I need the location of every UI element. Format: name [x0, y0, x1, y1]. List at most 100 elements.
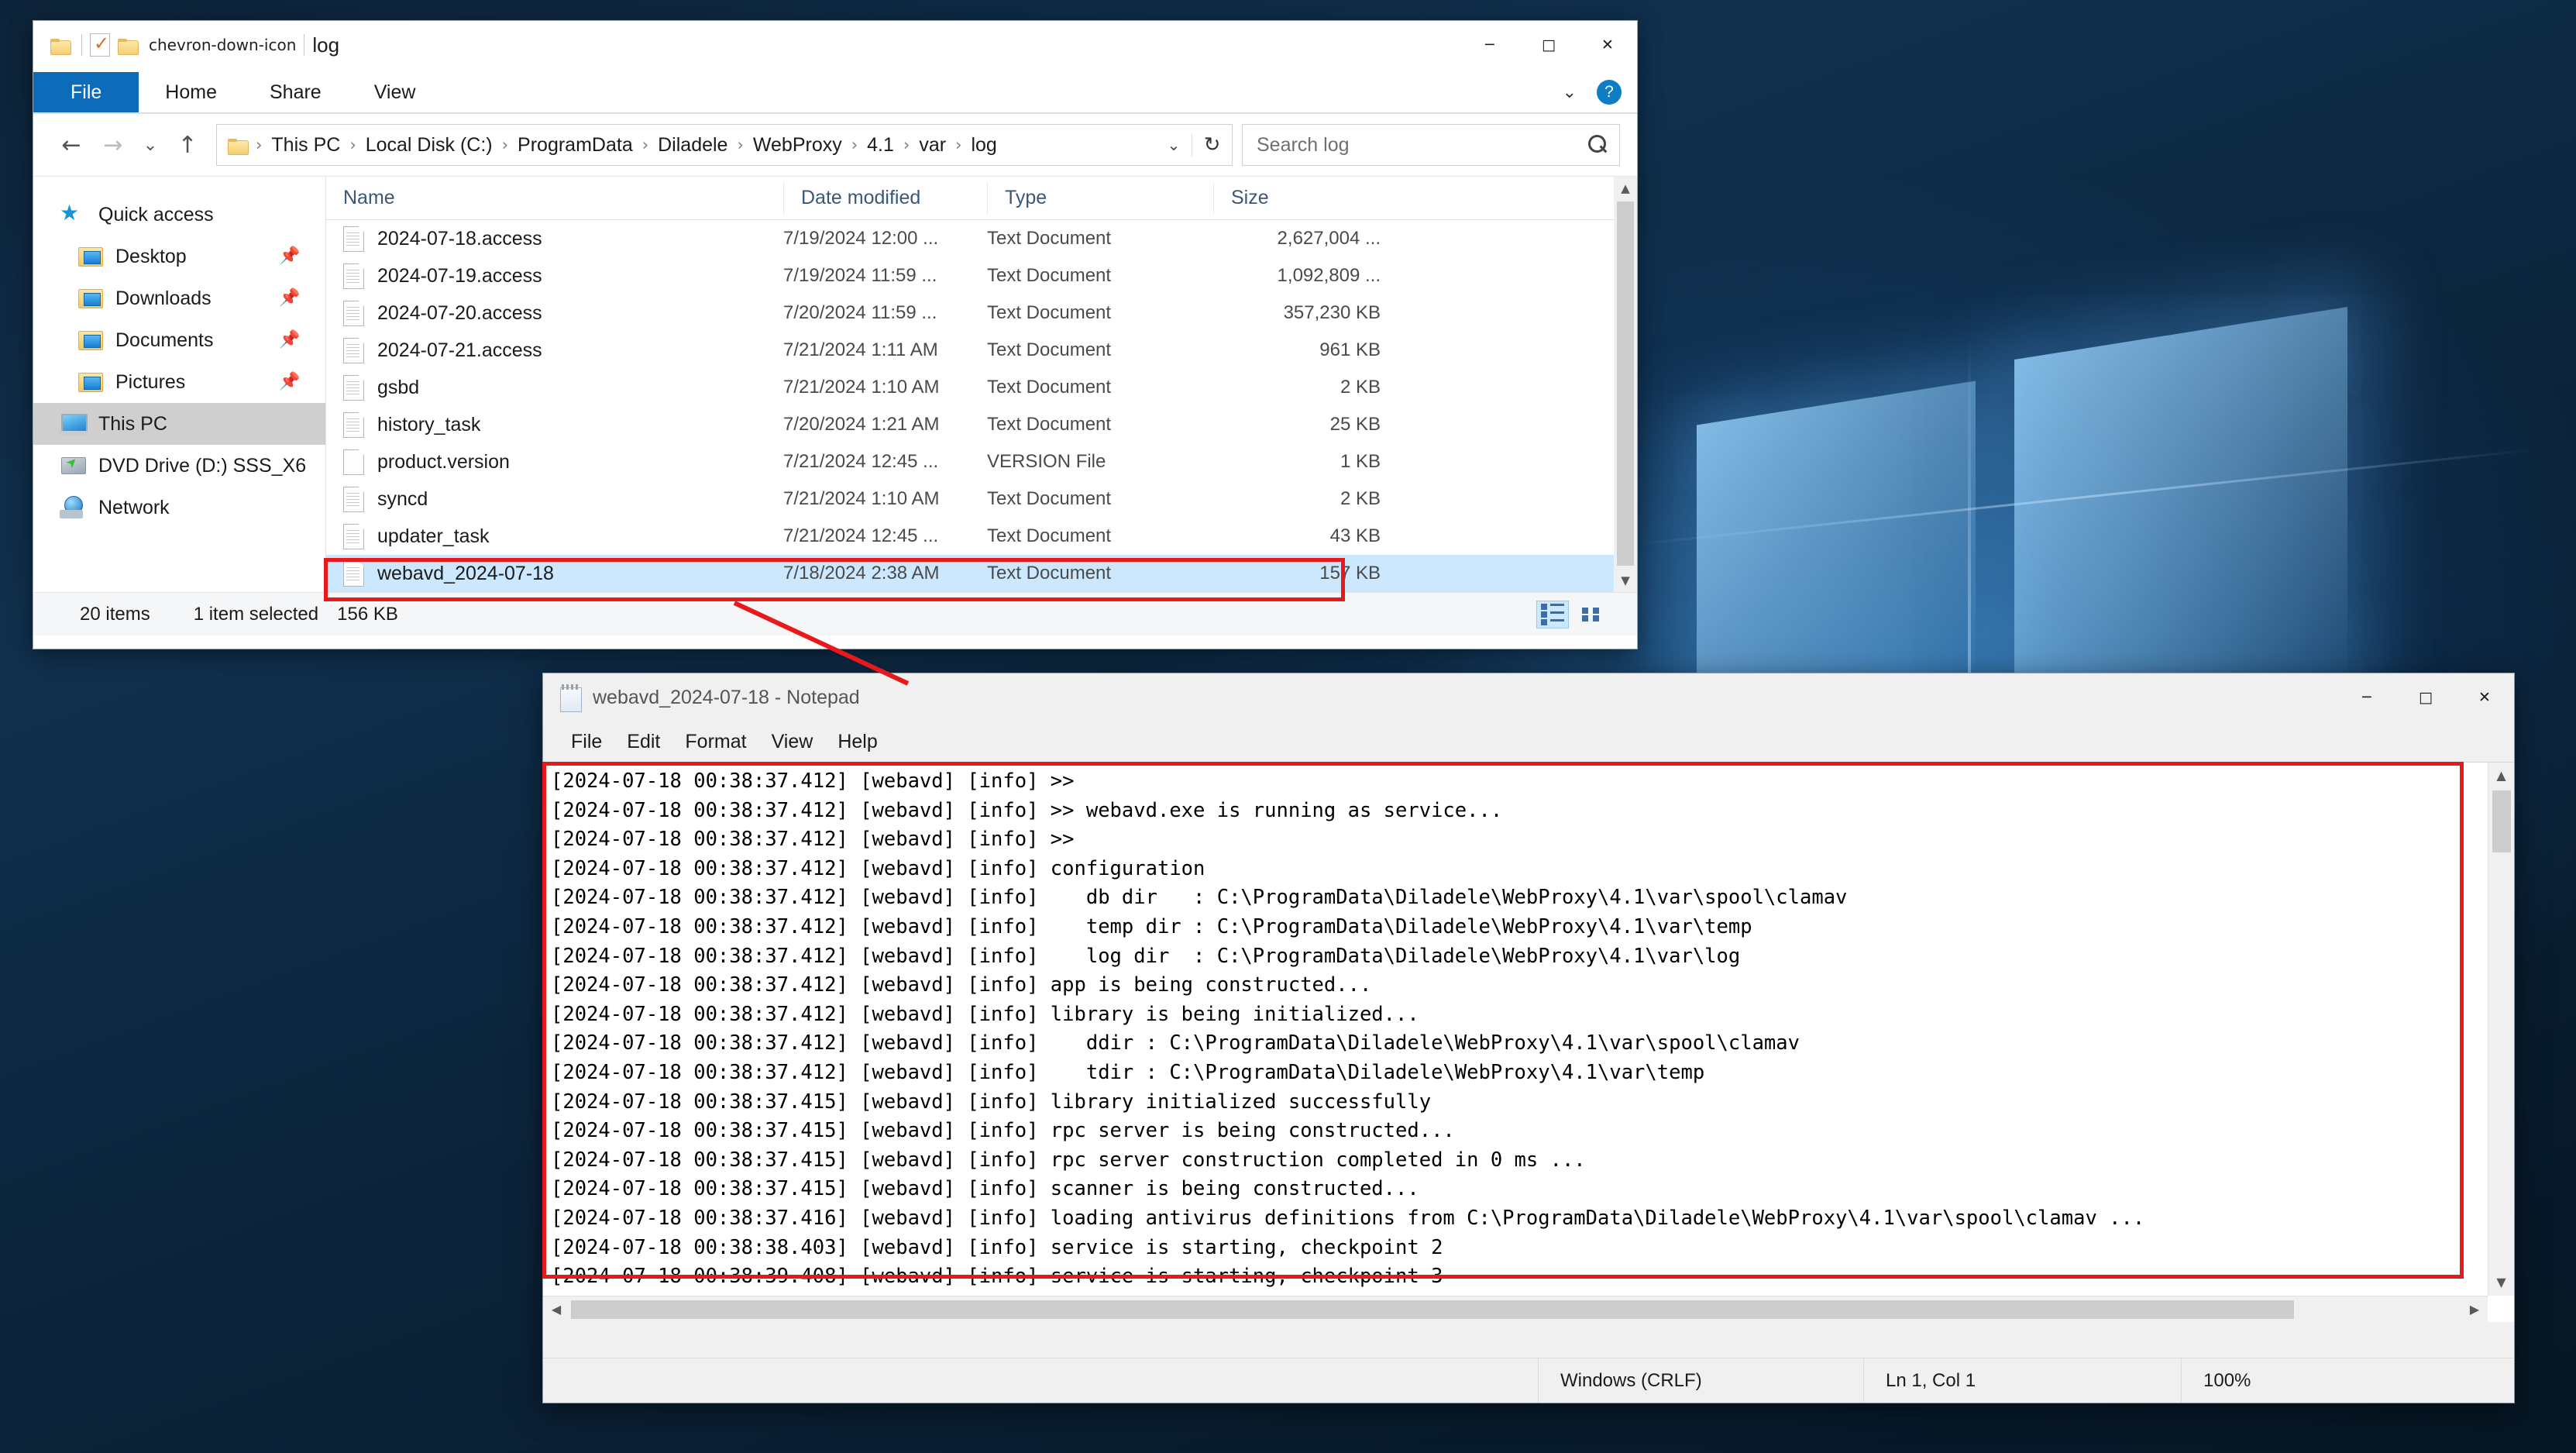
sidebar-item-dvd-drive[interactable]: DVD Drive (D:) SSS_X6: [33, 445, 325, 487]
refresh-icon[interactable]: ↻: [1192, 133, 1232, 157]
search-icon[interactable]: [1587, 135, 1607, 155]
scroll-up-arrow[interactable]: ▲: [1614, 177, 1637, 200]
details-view-icon[interactable]: [1536, 600, 1569, 628]
folder-icon[interactable]: [50, 36, 74, 55]
tab-file[interactable]: File: [33, 72, 139, 112]
breadcrumb-separator: ›: [349, 136, 356, 154]
file-list-scrollbar[interactable]: ▲ ▼: [1614, 177, 1637, 592]
sidebar-item-network[interactable]: Network: [33, 487, 325, 529]
quick-access-toolbar[interactable]: chevron-down-icon log: [33, 21, 339, 69]
table-row[interactable]: product.version 7/21/2024 12:45 ... VERS…: [326, 443, 1637, 480]
scroll-down-arrow[interactable]: ▼: [2488, 1269, 2514, 1296]
table-row[interactable]: history_task 7/20/2024 1:21 AM Text Docu…: [326, 406, 1637, 443]
minimize-button[interactable]: ─: [2337, 673, 2396, 721]
chevron-down-icon[interactable]: chevron-down-icon: [149, 36, 296, 54]
ribbon-right-controls[interactable]: ⌄ ?: [1563, 80, 1622, 105]
pin-icon[interactable]: 📌: [279, 372, 300, 392]
table-row-selected[interactable]: webavd_2024-07-18 7/18/2024 2:38 AM Text…: [326, 555, 1637, 592]
breadcrumb-item-diladele[interactable]: Diladele: [650, 134, 735, 157]
large-icons-view-icon[interactable]: [1575, 601, 1608, 628]
scroll-left-arrow[interactable]: ◀: [543, 1296, 569, 1323]
status-item-count: 20 items: [80, 603, 150, 625]
menu-format[interactable]: Format: [672, 731, 758, 753]
explorer-title-bar[interactable]: chevron-down-icon log ─ □ ✕: [33, 21, 1637, 69]
menu-file[interactable]: File: [559, 731, 614, 753]
scrollbar-thumb[interactable]: [1617, 201, 1634, 566]
table-row[interactable]: gsbd 7/21/2024 1:10 AM Text Document 2 K…: [326, 369, 1637, 406]
recent-locations-button[interactable]: ⌄: [134, 124, 167, 166]
notepad-vertical-scrollbar[interactable]: ▲ ▼: [2488, 763, 2514, 1296]
maximize-button[interactable]: □: [1519, 21, 1578, 69]
menu-help[interactable]: Help: [825, 731, 889, 753]
tab-home[interactable]: Home: [139, 72, 243, 112]
file-size: 2 KB: [1340, 488, 1381, 509]
pin-icon[interactable]: 📌: [279, 330, 300, 350]
maximize-button[interactable]: □: [2396, 673, 2455, 721]
address-dropdown-icon[interactable]: ⌄: [1156, 136, 1192, 154]
menu-edit[interactable]: Edit: [614, 731, 672, 753]
collapse-ribbon-icon[interactable]: ⌄: [1563, 82, 1577, 102]
breadcrumb-item-var[interactable]: var: [911, 134, 954, 157]
table-row[interactable]: 2024-07-19.access 7/19/2024 11:59 ... Te…: [326, 257, 1637, 294]
table-row[interactable]: updater_task 7/21/2024 12:45 ... Text Do…: [326, 518, 1637, 555]
pin-icon[interactable]: 📌: [279, 288, 300, 308]
breadcrumb-item-webproxy[interactable]: WebProxy: [745, 134, 850, 157]
file-size: 357,230 KB: [1283, 302, 1381, 323]
sidebar-item-downloads[interactable]: Downloads 📌: [33, 277, 325, 319]
scroll-down-arrow[interactable]: ▼: [1614, 569, 1637, 592]
column-header-type[interactable]: Type: [987, 182, 1213, 214]
breadcrumb-separator: ›: [737, 136, 744, 154]
new-folder-icon[interactable]: [118, 36, 141, 55]
scrollbar-thumb[interactable]: [2492, 790, 2511, 852]
pin-icon[interactable]: 📌: [279, 246, 300, 267]
back-button[interactable]: ←: [50, 124, 92, 166]
notepad-menu-bar[interactable]: File Edit Format View Help: [543, 721, 2514, 762]
ribbon-tab-bar[interactable]: File Home Share View ⌄ ?: [33, 69, 1637, 112]
file-date: 7/20/2024 11:59 ...: [783, 302, 937, 323]
breadcrumb-item-local-disk[interactable]: Local Disk (C:): [358, 134, 500, 157]
notepad-log-text[interactable]: [2024-07-18 00:38:37.412] [webavd] [info…: [551, 767, 2483, 1297]
up-button[interactable]: ↑: [167, 124, 208, 166]
breadcrumb-item-this-pc[interactable]: This PC: [263, 134, 348, 157]
table-row[interactable]: 2024-07-20.access 7/20/2024 11:59 ... Te…: [326, 294, 1637, 332]
breadcrumb-item-programdata[interactable]: ProgramData: [510, 134, 641, 157]
menu-view[interactable]: View: [759, 731, 826, 753]
scroll-up-arrow[interactable]: ▲: [2488, 763, 2514, 789]
minimize-button[interactable]: ─: [1460, 21, 1519, 69]
file-type: Text Document: [987, 563, 1112, 584]
file-date: 7/19/2024 12:00 ...: [783, 228, 939, 249]
text-document-icon: [343, 375, 363, 400]
table-row[interactable]: syncd 7/21/2024 1:10 AM Text Document 2 …: [326, 480, 1637, 518]
scroll-right-arrow[interactable]: ▶: [2461, 1296, 2488, 1323]
notepad-horizontal-scrollbar[interactable]: ◀ ▶: [543, 1296, 2488, 1322]
column-header-name[interactable]: Name: [326, 183, 783, 214]
tab-view[interactable]: View: [348, 72, 442, 112]
notepad-text-area[interactable]: [2024-07-18 00:38:37.412] [webavd] [info…: [543, 762, 2514, 1322]
search-input[interactable]: [1255, 133, 1587, 157]
text-document-icon: [343, 301, 363, 325]
properties-checkmark-icon[interactable]: [90, 33, 110, 57]
sidebar-item-quick-access[interactable]: Quick access: [33, 194, 325, 236]
column-header-date-modified[interactable]: Date modified: [783, 182, 987, 214]
sidebar-item-this-pc[interactable]: This PC: [33, 403, 325, 445]
scrollbar-thumb[interactable]: [571, 1300, 2294, 1319]
sidebar-item-documents[interactable]: Documents 📌: [33, 319, 325, 361]
notepad-title-bar[interactable]: webavd_2024-07-18 - Notepad ─ □ ✕: [543, 673, 2514, 721]
breadcrumb-item-log[interactable]: log: [963, 134, 1004, 157]
breadcrumb-item-version[interactable]: 4.1: [859, 134, 902, 157]
address-bar[interactable]: › This PC › Local Disk (C:) › ProgramDat…: [216, 124, 1233, 166]
table-row[interactable]: 2024-07-21.access 7/21/2024 1:11 AM Text…: [326, 332, 1637, 369]
close-button[interactable]: ✕: [2455, 673, 2514, 721]
explorer-caption-buttons[interactable]: ─ □ ✕: [1460, 21, 1637, 69]
close-button[interactable]: ✕: [1578, 21, 1637, 69]
column-header-size[interactable]: Size: [1213, 182, 1391, 214]
table-row[interactable]: 2024-07-18.access 7/19/2024 12:00 ... Te…: [326, 220, 1637, 257]
forward-button[interactable]: →: [92, 124, 134, 166]
help-icon[interactable]: ?: [1597, 80, 1622, 105]
tab-share[interactable]: Share: [243, 72, 348, 112]
sidebar-item-desktop[interactable]: Desktop 📌: [33, 236, 325, 277]
sidebar-item-pictures[interactable]: Pictures 📌: [33, 361, 325, 403]
notepad-caption-buttons[interactable]: ─ □ ✕: [2337, 673, 2514, 721]
view-mode-buttons[interactable]: [1536, 600, 1608, 628]
search-box[interactable]: [1242, 124, 1620, 166]
